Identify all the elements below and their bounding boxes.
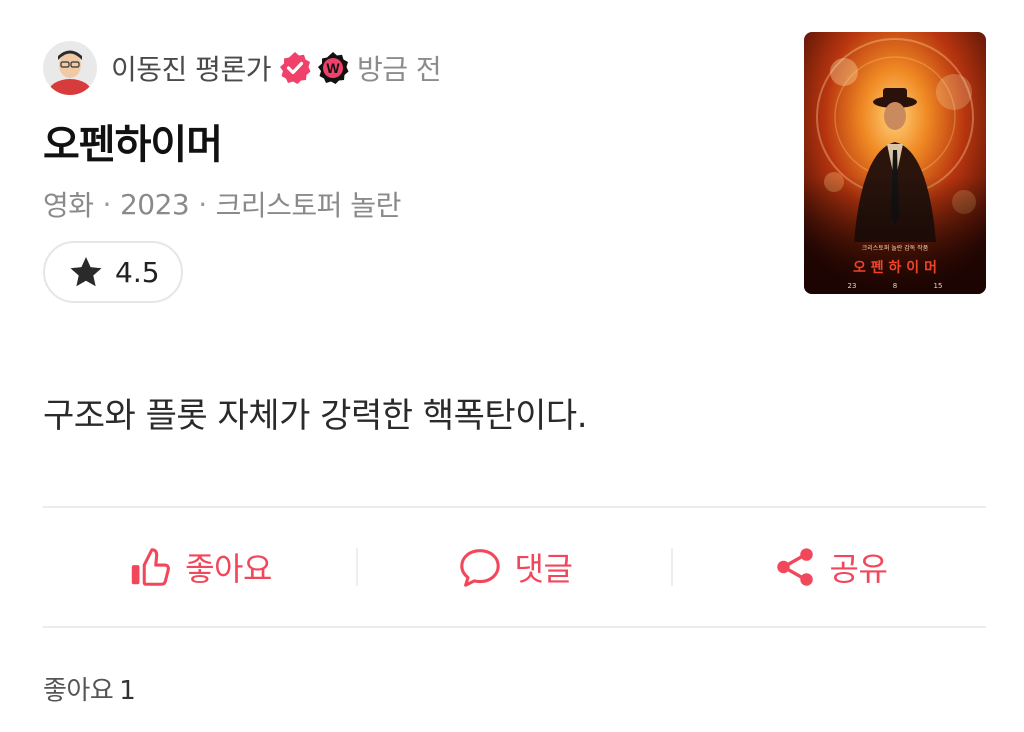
rating-badge: 4.5 [43,241,183,303]
movie-poster[interactable]: 크리스토퍼 놀란 감독 작품 오 펜 하 이 머 23 8 15 [804,32,986,294]
verified-icon [279,52,311,84]
like-button[interactable]: 좋아요 [43,508,356,626]
share-label: 공유 [829,550,888,588]
movie-year: 2023 [119,187,190,221]
poster-title: 오 펜 하 이 머 [853,259,937,276]
comment-button[interactable]: 댓글 [358,508,671,626]
movie-director: 크리스토퍼 놀란 [215,189,402,222]
movie-meta: 영화 · 2023 · 크리스토퍼 놀란 [43,184,401,224]
post-time: 방금 전 [356,53,442,86]
w-badge-icon: W [317,52,349,84]
rating-score: 4.5 [115,255,160,289]
thumbs-up-icon [131,548,170,586]
author-name[interactable]: 이동진 평론가 [111,48,271,88]
meta-separator: · [102,187,112,221]
comment-label: 댓글 [514,550,573,588]
star-icon [70,256,102,287]
share-button[interactable]: 공유 [673,508,986,626]
share-icon [776,548,813,586]
w-badge-letter: W [326,60,340,76]
poster-date-year: 23 [848,282,857,290]
comment-bubble-icon [459,549,500,587]
poster-date-day: 15 [934,282,943,290]
movie-title[interactable]: 오펜하이머 [43,112,223,170]
likes-count: 1 [119,676,136,706]
avatar[interactable] [43,41,97,95]
movie-category: 영화 [43,189,94,222]
poster-tagline: 크리스토퍼 놀란 감독 작품 [862,244,929,252]
poster-date-month: 8 [893,282,897,290]
likes-label: 좋아요 [43,676,114,706]
post-header: 이동진 평론가 W 방금 전 [43,40,442,96]
review-text: 구조와 플롯 자체가 강력한 핵폭탄이다. [43,396,588,436]
meta-separator: · [198,187,207,221]
divider [43,626,986,628]
action-bar: 좋아요 댓글 공유 [43,508,986,626]
likes-summary[interactable]: 좋아요 1 [43,670,136,707]
like-label: 좋아요 [185,550,272,588]
